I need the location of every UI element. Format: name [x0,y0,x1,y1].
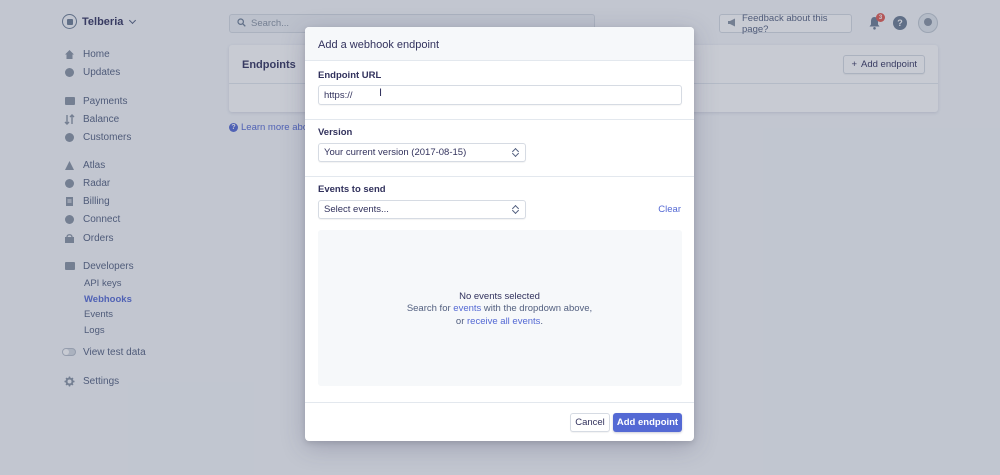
version-value: Your current version (2017-08-15) [324,147,467,158]
divider [305,176,694,177]
endpoint-url-value: https:// [324,89,353,101]
endpoint-url-input[interactable]: https:// [318,85,682,105]
events-placeholder: Select events... [324,204,389,215]
events-link[interactable]: events [453,303,481,314]
empty-state-line: or receive all events. [455,316,544,327]
divider [305,119,694,120]
select-arrows-icon [512,147,519,158]
clear-link[interactable]: Clear [658,204,681,215]
add-webhook-modal: Add a webhook endpoint Endpoint URL http… [305,27,694,441]
divider [305,402,694,403]
empty-state-title: No events selected [459,291,540,302]
events-label: Events to send [318,184,386,195]
empty-state-line: Search for events with the dropdown abov… [406,303,593,314]
version-select[interactable]: Your current version (2017-08-15) [318,143,526,162]
receive-all-events-link[interactable]: receive all events [467,316,540,327]
modal-title: Add a webhook endpoint [318,39,440,51]
text-cursor-icon: I [379,87,383,99]
modal-header: Add a webhook endpoint [305,27,694,61]
version-label: Version [318,127,353,138]
cancel-button[interactable]: Cancel [570,413,610,432]
events-select[interactable]: Select events... [318,200,526,219]
endpoint-url-label: Endpoint URL [318,70,382,81]
add-endpoint-submit-button[interactable]: Add endpoint [613,413,682,432]
select-arrows-icon [512,204,519,215]
